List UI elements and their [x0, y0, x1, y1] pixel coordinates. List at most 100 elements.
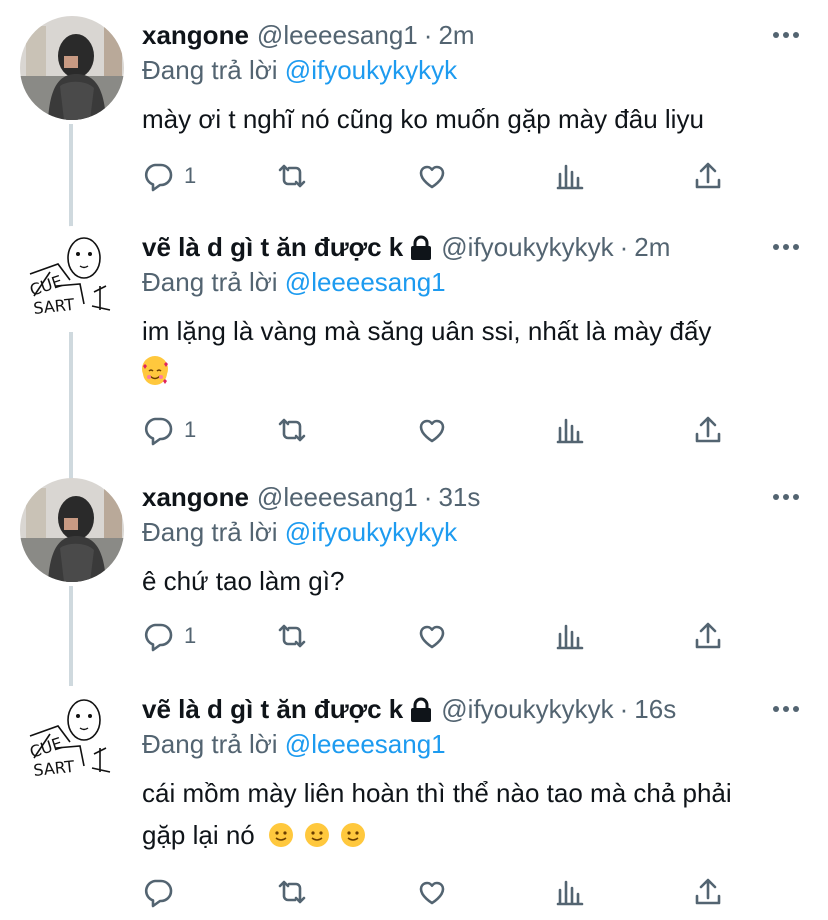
heart-icon	[419, 165, 445, 189]
tweet[interactable]: xangone @leeeesang1 · 2m Đang trả lời @i…	[0, 0, 828, 228]
lock-icon	[409, 697, 433, 723]
action-bar: 1	[142, 156, 742, 196]
retweet-button[interactable]	[276, 410, 308, 450]
replying-to-label: Đang trả lời	[142, 267, 278, 297]
retweet-icon	[278, 624, 306, 648]
tweet-header: xangone @leeeesang1 · 2m	[142, 18, 475, 52]
tweet-text: cái mồm mày liên hoàn thì thể nào tao mà…	[142, 772, 782, 856]
more-options-icon[interactable]	[772, 696, 800, 722]
share-icon	[695, 416, 721, 443]
tweet-text-content: im lặng là vàng mà săng uân ssi, nhất là…	[142, 316, 712, 346]
retweet-icon	[278, 418, 306, 442]
tweet-header: xangone @leeeesang1 · 31s	[142, 480, 480, 514]
username[interactable]: @ifyoukykykyk	[441, 232, 613, 263]
more-options-icon[interactable]	[772, 22, 800, 48]
replying-to-label: Đang trả lời	[142, 517, 278, 547]
reply-count: 1	[184, 623, 197, 648]
retweet-button[interactable]	[276, 156, 308, 196]
separator: ·	[423, 19, 433, 50]
replying-to-label: Đang trả lời	[142, 729, 278, 759]
replying-to: Đang trả lời @ifyoukykykyk	[142, 517, 457, 548]
slightly-smiling-face-icon	[304, 818, 330, 847]
timestamp[interactable]: 2m	[438, 20, 474, 51]
slightly-smiling-face-icon	[340, 818, 366, 847]
display-name[interactable]: vẽ là d gì t ăn được k	[142, 232, 403, 263]
tweet[interactable]: CUE SART vẽ là d gì t ăn được k @ifyouky…	[0, 212, 828, 492]
tweet-header: vẽ là d gì t ăn được k @ifyoukykykyk · 2…	[142, 230, 670, 264]
timestamp[interactable]: 31s	[438, 482, 480, 513]
tweet[interactable]: xangone @leeeesang1 · 31s Đang trả lời @…	[0, 462, 828, 688]
reply-count: 1	[184, 163, 197, 188]
analytics-icon	[556, 418, 584, 444]
retweet-icon	[278, 880, 306, 904]
avatar[interactable]: CUE SART	[20, 226, 124, 330]
tweet-text: mày ơi t nghĩ nó cũng ko muốn gặp mày đâ…	[142, 98, 792, 140]
thread-line	[69, 586, 73, 686]
like-button[interactable]	[416, 872, 448, 912]
lock-icon	[409, 235, 433, 261]
timestamp[interactable]: 16s	[634, 694, 676, 725]
reply-button[interactable]: 1	[142, 410, 196, 450]
mention-link[interactable]: @leeeesang1	[285, 729, 446, 759]
share-button[interactable]	[692, 156, 724, 196]
doodle-avatar-icon: CUE SART	[20, 688, 124, 792]
tweet[interactable]: CUE SART vẽ là d gì t ăn được k @ifyouky…	[0, 674, 828, 920]
retweet-button[interactable]	[276, 616, 308, 656]
reply-icon	[144, 879, 173, 908]
doodle-avatar-icon: CUE SART	[20, 226, 124, 330]
more-options-icon[interactable]	[772, 484, 800, 510]
smiling-face-with-hearts-icon	[142, 356, 168, 385]
tweet-text: ê chứ tao làm gì?	[142, 560, 792, 602]
action-bar: 1	[142, 616, 742, 656]
reply-count: 1	[184, 417, 197, 442]
display-name[interactable]: vẽ là d gì t ăn được k	[142, 694, 403, 725]
replying-to-label: Đang trả lời	[142, 55, 278, 85]
avatar[interactable]	[20, 16, 124, 120]
replying-to: Đang trả lời @leeeesang1	[142, 729, 446, 760]
mention-link[interactable]: @leeeesang1	[285, 267, 446, 297]
heart-icon	[419, 625, 445, 649]
analytics-icon	[556, 164, 584, 190]
photo-avatar-icon	[20, 16, 124, 120]
username[interactable]: @ifyoukykykyk	[441, 694, 613, 725]
analytics-icon	[556, 624, 584, 650]
mention-link[interactable]: @ifyoukykykyk	[285, 517, 457, 547]
share-button[interactable]	[692, 410, 724, 450]
heart-icon	[419, 881, 445, 905]
like-button[interactable]	[416, 616, 448, 656]
like-button[interactable]	[416, 410, 448, 450]
replying-to: Đang trả lời @ifyoukykykyk	[142, 55, 457, 86]
username[interactable]: @leeeesang1	[257, 482, 418, 513]
share-icon	[695, 622, 721, 649]
analytics-button[interactable]	[554, 156, 586, 196]
tweet-header: vẽ là d gì t ăn được k @ifyoukykykyk · 1…	[142, 692, 676, 726]
mention-link[interactable]: @ifyoukykykyk	[285, 55, 457, 85]
display-name[interactable]: xangone	[142, 482, 249, 513]
avatar[interactable]	[20, 478, 124, 582]
like-button[interactable]	[416, 156, 448, 196]
avatar[interactable]: CUE SART	[20, 688, 124, 792]
reply-icon	[144, 163, 173, 192]
share-icon	[695, 878, 721, 905]
reply-button[interactable]: 1	[142, 616, 196, 656]
display-name[interactable]: xangone	[142, 20, 249, 51]
username[interactable]: @leeeesang1	[257, 20, 418, 51]
reply-button[interactable]: 1	[142, 156, 196, 196]
more-options-icon[interactable]	[772, 234, 800, 260]
analytics-button[interactable]	[554, 616, 586, 656]
analytics-button[interactable]	[554, 872, 586, 912]
action-bar: 1	[142, 410, 742, 450]
tweet-text: im lặng là vàng mà săng uân ssi, nhất là…	[142, 310, 792, 394]
reply-icon	[144, 623, 173, 652]
share-button[interactable]	[692, 616, 724, 656]
reply-button[interactable]	[142, 872, 184, 912]
share-button[interactable]	[692, 872, 724, 912]
retweet-button[interactable]	[276, 872, 308, 912]
photo-avatar-icon	[20, 478, 124, 582]
tweet-text-content: ê chứ tao làm gì?	[142, 566, 345, 596]
analytics-button[interactable]	[554, 410, 586, 450]
slightly-smiling-face-icon	[268, 818, 294, 847]
analytics-icon	[556, 880, 584, 906]
timestamp[interactable]: 2m	[634, 232, 670, 263]
tweet-text-content: cái mồm mày liên hoàn thì thể nào tao mà…	[142, 778, 732, 850]
